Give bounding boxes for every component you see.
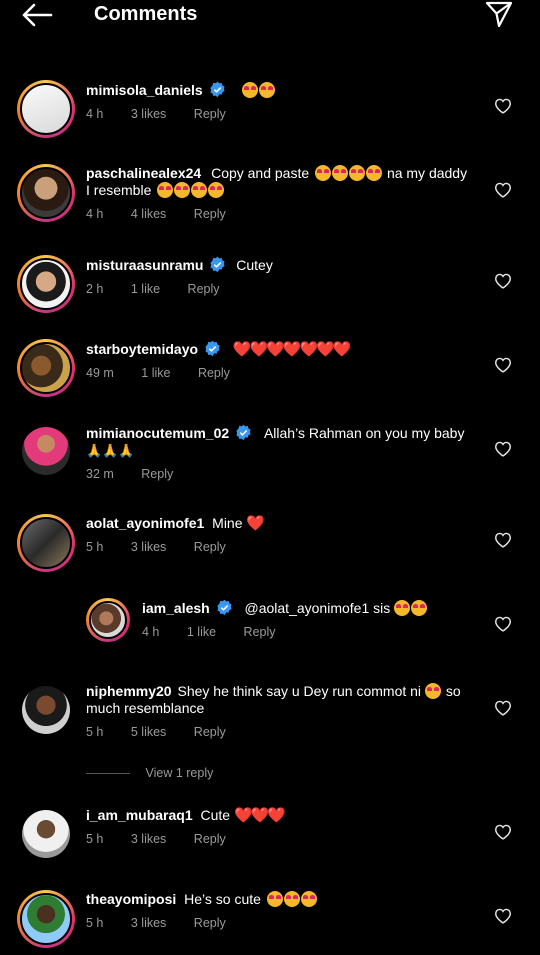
verified-badge-icon — [210, 81, 225, 98]
comment-time: 4 h — [86, 207, 104, 221]
comment-likes[interactable]: 1 like — [187, 624, 216, 641]
comment-username[interactable]: iam_alesh — [142, 600, 210, 616]
top-bar: Comments — [0, 0, 540, 32]
reply-button[interactable]: Reply — [198, 365, 230, 382]
avatar[interactable] — [86, 598, 130, 642]
comment-username[interactable]: paschalinealex24 — [86, 165, 201, 181]
avatar[interactable] — [17, 514, 75, 572]
reply-button[interactable]: Reply — [194, 539, 226, 556]
comment-time: 5 h — [86, 916, 104, 930]
comment-meta: 4 h 4 likes Reply — [86, 206, 486, 223]
reply-button[interactable]: Reply — [188, 281, 220, 298]
comment-likes[interactable]: 4 likes — [131, 206, 166, 223]
comment-likes[interactable]: 1 like — [131, 281, 160, 298]
comment-username[interactable]: i_am_mubaraq1 — [86, 807, 193, 823]
comment-emoji: ❤️❤️❤️❤️❤️❤️❤️ — [232, 341, 352, 358]
comment-text: @aolat_ayonimofe1 sis — [244, 600, 391, 616]
comment-text: so — [445, 683, 461, 699]
comment-emoji: ❤️ — [246, 515, 265, 532]
comment-time: 5 h — [86, 832, 104, 846]
reply-button[interactable]: Reply — [244, 624, 276, 641]
comment-emoji: 🙏🙏🙏 — [86, 443, 135, 458]
verified-badge-icon — [205, 340, 220, 357]
comment-emoji — [424, 683, 441, 699]
comment-likes[interactable]: 3 likes — [131, 106, 166, 123]
avatar[interactable] — [17, 890, 75, 948]
paper-plane-icon[interactable] — [484, 0, 514, 28]
comment-username[interactable]: mimianocutemum_02 — [86, 425, 229, 441]
comment-username[interactable]: misturaasunramu — [86, 257, 203, 273]
verified-badge-icon — [236, 424, 251, 441]
comment-text: Cute — [200, 807, 231, 823]
comment-username[interactable]: mimisola_daniels — [86, 82, 203, 98]
comment-likes[interactable]: 3 likes — [131, 539, 166, 556]
reply-button[interactable]: Reply — [141, 466, 173, 483]
heart-outline-icon[interactable] — [494, 532, 512, 548]
divider — [86, 773, 130, 775]
reply-button[interactable]: Reply — [194, 831, 226, 848]
verified-badge-icon — [210, 256, 225, 273]
heart-outline-icon[interactable] — [494, 273, 512, 289]
comment-text: Cutey — [236, 257, 273, 273]
avatar[interactable] — [22, 427, 70, 475]
comment-text: much resemblance — [86, 700, 205, 716]
page-title: Comments — [94, 3, 198, 25]
comment-time: 49 m — [86, 366, 114, 380]
comment-text: Allah’s Rahman on you my baby — [263, 425, 465, 441]
comment-meta: 49 m 1 like Reply — [86, 365, 350, 382]
view-replies-label: View 1 reply — [145, 766, 214, 780]
reply-button[interactable]: Reply — [194, 724, 226, 741]
comment-text: Mine — [212, 515, 243, 531]
comment-meta: 5 h 3 likes Reply — [86, 539, 263, 556]
comment-time: 4 h — [142, 625, 160, 639]
comment-text: Shey he think say u Dey run commot ni — [177, 683, 422, 699]
comment-meta: 4 h 1 like Reply — [142, 624, 428, 641]
comment-time: 5 h — [86, 725, 104, 739]
avatar[interactable] — [17, 164, 75, 222]
heart-outline-icon[interactable] — [494, 824, 512, 840]
comment-time: 5 h — [86, 540, 104, 554]
view-replies-button[interactable]: View 1 reply — [86, 766, 213, 780]
comment-text: He’s so cute — [184, 891, 261, 907]
comment-likes[interactable]: 5 likes — [131, 724, 166, 741]
comment-meta: 5 h 3 likes Reply — [86, 915, 318, 932]
avatar[interactable] — [22, 686, 70, 734]
comment-text: Copy and paste — [211, 165, 310, 181]
reply-button[interactable]: Reply — [194, 106, 226, 123]
heart-outline-icon[interactable] — [494, 357, 512, 373]
comment-time: 4 h — [86, 107, 104, 121]
comment-meta: 5 h 3 likes Reply — [86, 831, 284, 848]
reply-button[interactable]: Reply — [194, 206, 226, 223]
heart-outline-icon[interactable] — [494, 908, 512, 924]
comment-text: I resemble — [86, 182, 152, 198]
avatar[interactable] — [17, 255, 75, 313]
comment-meta: 4 h 3 likes Reply — [86, 106, 276, 123]
comment-username[interactable]: starboytemidayo — [86, 341, 198, 357]
comment-likes[interactable]: 1 like — [141, 365, 170, 382]
heart-outline-icon[interactable] — [494, 441, 512, 457]
comment-emoji: ❤️❤️❤️ — [233, 807, 286, 824]
comment-meta: 2 h 1 like Reply — [86, 281, 273, 298]
heart-outline-icon[interactable] — [494, 98, 512, 114]
heart-outline-icon[interactable] — [494, 700, 512, 716]
comment-username[interactable]: aolat_ayonimofe1 — [86, 515, 204, 531]
heart-outline-icon[interactable] — [494, 616, 512, 632]
comment-time: 32 m — [86, 467, 114, 481]
reply-button[interactable]: Reply — [194, 915, 226, 932]
comment-text: na my daddy — [386, 165, 468, 181]
comment-likes[interactable]: 3 likes — [131, 831, 166, 848]
avatar[interactable] — [17, 80, 75, 138]
arrow-left-icon[interactable] — [20, 2, 54, 28]
verified-badge-icon — [217, 599, 232, 616]
comment-likes[interactable]: 3 likes — [131, 915, 166, 932]
comment-time: 2 h — [86, 282, 104, 296]
comment-meta: 5 h 5 likes Reply — [86, 724, 486, 741]
comment-username[interactable]: niphemmy20 — [86, 683, 172, 699]
avatar[interactable] — [17, 339, 75, 397]
comment-username[interactable]: theayomiposi — [86, 891, 176, 907]
avatar[interactable] — [22, 810, 70, 858]
heart-outline-icon[interactable] — [494, 182, 512, 198]
comment-meta: 32 m Reply — [86, 466, 486, 483]
